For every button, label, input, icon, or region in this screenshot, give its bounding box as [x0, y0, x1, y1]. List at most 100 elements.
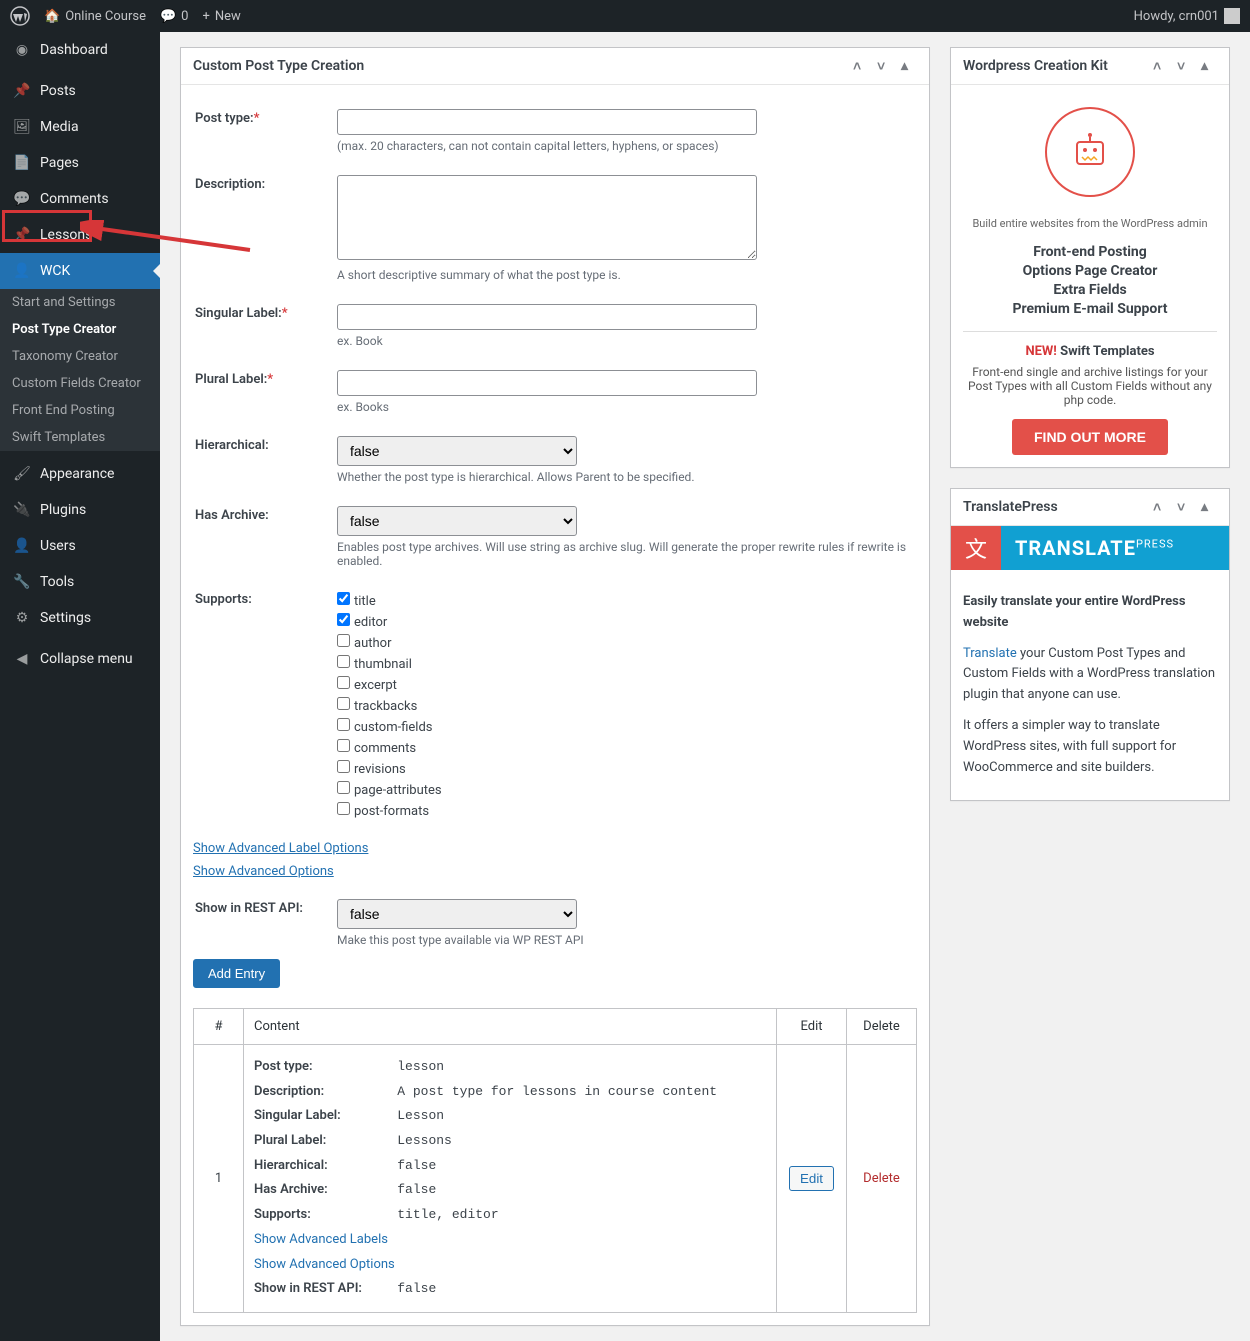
singular-label: Singular Label:	[195, 306, 282, 321]
supports-title[interactable]: title	[337, 590, 915, 611]
sidebar-collapse[interactable]: ◀Collapse menu	[0, 641, 160, 677]
admin-sidebar: ◉Dashboard 📌Posts 🖼Media 📄Pages 💬Comment…	[0, 32, 160, 1341]
supports-excerpt-checkbox[interactable]	[337, 676, 350, 689]
settings-icon: ⚙	[12, 608, 32, 628]
supports-editor[interactable]: editor	[337, 611, 915, 632]
singular-input[interactable]	[337, 304, 757, 330]
plural-input[interactable]	[337, 370, 757, 396]
supports-author-checkbox[interactable]	[337, 634, 350, 647]
box-header[interactable]: Custom Post Type Creation ˄ ˅ ▴	[181, 48, 929, 85]
chevron-down-icon[interactable]: ˅	[1177, 499, 1193, 515]
chevron-up-icon[interactable]: ˄	[853, 58, 869, 74]
supports-trackbacks[interactable]: trackbacks	[337, 695, 915, 716]
comments-link[interactable]: 💬0	[160, 9, 189, 24]
dashboard-icon: ◉	[12, 40, 32, 60]
hierarchical-select[interactable]: false	[337, 436, 577, 466]
sidebar-item-appearance[interactable]: 🖌Appearance	[0, 456, 160, 492]
supports-thumbnail-checkbox[interactable]	[337, 655, 350, 668]
find-out-more-button[interactable]: FIND OUT MORE	[1012, 419, 1168, 455]
sidebar-item-dashboard[interactable]: ◉Dashboard	[0, 32, 160, 68]
admin-toolbar: 🏠Online Course 💬0 +New Howdy, crn001	[0, 0, 1250, 32]
row-content: Post type: lessonDescription: A post typ…	[244, 1045, 777, 1313]
rest-hint: Make this post type available via WP RES…	[337, 933, 915, 947]
rest-select[interactable]: false	[337, 899, 577, 929]
caret-up-icon[interactable]: ▴	[1201, 58, 1217, 74]
submenu-custom-fields[interactable]: Custom Fields Creator	[0, 370, 160, 397]
new-link[interactable]: +New	[202, 9, 240, 24]
submenu-taxonomy[interactable]: Taxonomy Creator	[0, 343, 160, 370]
sidebar-item-media[interactable]: 🖼Media	[0, 109, 160, 145]
chevron-down-icon[interactable]: ˅	[877, 58, 893, 74]
supports-revisions[interactable]: revisions	[337, 758, 915, 779]
caret-up-icon[interactable]: ▴	[1201, 499, 1217, 515]
sidebar-item-plugins[interactable]: 🔌Plugins	[0, 492, 160, 528]
account-link[interactable]: Howdy, crn001	[1134, 8, 1240, 24]
show-adv-labels-link[interactable]: Show Advanced Label Options	[193, 841, 917, 856]
submenu-start[interactable]: Start and Settings	[0, 289, 160, 316]
show-adv-options-link[interactable]: Show Advanced Options	[193, 864, 917, 879]
supports-post-formats-checkbox[interactable]	[337, 802, 350, 815]
tp-banner[interactable]: 文 TRANSLATEPRESS	[951, 526, 1229, 570]
description-textarea[interactable]	[337, 175, 757, 260]
wck-feat-3: Premium E-mail Support	[963, 301, 1217, 317]
col-delete: Delete	[847, 1009, 917, 1045]
supports-comments-checkbox[interactable]	[337, 739, 350, 752]
col-num: #	[194, 1009, 244, 1045]
supports-title-checkbox[interactable]	[337, 592, 350, 605]
site-link[interactable]: 🏠Online Course	[44, 9, 146, 24]
sidebar-item-posts[interactable]: 📌Posts	[0, 73, 160, 109]
supports-author[interactable]: author	[337, 632, 915, 653]
supports-page-attributes-checkbox[interactable]	[337, 781, 350, 794]
supports-page-attributes[interactable]: page-attributes	[337, 779, 915, 800]
wck-title: Wordpress Creation Kit	[963, 58, 1108, 74]
post-type-hint: (max. 20 characters, can not contain cap…	[337, 139, 915, 153]
edit-button[interactable]: Edit	[789, 1166, 834, 1191]
cpt-creation-box: Custom Post Type Creation ˄ ˅ ▴ Post typ…	[180, 47, 930, 1326]
caret-up-icon[interactable]: ▴	[901, 58, 917, 74]
submenu-front-end[interactable]: Front End Posting	[0, 397, 160, 424]
tp-header[interactable]: TranslatePress ˄˅▴	[951, 489, 1229, 526]
post-type-input[interactable]	[337, 109, 757, 135]
add-entry-button[interactable]: Add Entry	[193, 959, 280, 988]
pin-icon: 📌	[12, 81, 32, 101]
wck-new: NEW!	[1025, 344, 1056, 359]
supports-label: Supports:	[195, 580, 335, 831]
supports-excerpt[interactable]: excerpt	[337, 674, 915, 695]
users-icon: 👤	[12, 536, 32, 556]
archive-label: Has Archive:	[195, 496, 335, 578]
supports-comments[interactable]: comments	[337, 737, 915, 758]
entry-link[interactable]: Show Advanced Options	[254, 1257, 395, 1272]
delete-button[interactable]: Delete	[863, 1171, 900, 1186]
chevron-up-icon[interactable]: ˄	[1153, 499, 1169, 515]
sidebar-item-comments[interactable]: 💬Comments	[0, 181, 160, 217]
submenu-swift[interactable]: Swift Templates	[0, 424, 160, 451]
sidebar-item-pages[interactable]: 📄Pages	[0, 145, 160, 181]
tp-p2: It offers a simpler way to translate Wor…	[963, 716, 1217, 778]
box-title: Custom Post Type Creation	[193, 58, 364, 74]
supports-revisions-checkbox[interactable]	[337, 760, 350, 773]
sidebar-item-users[interactable]: 👤Users	[0, 528, 160, 564]
entry-link[interactable]: Show Advanced Labels	[254, 1232, 388, 1247]
supports-trackbacks-checkbox[interactable]	[337, 697, 350, 710]
chevron-down-icon[interactable]: ˅	[1177, 58, 1193, 74]
page-icon: 📄	[12, 153, 32, 173]
archive-hint: Enables post type archives. Will use str…	[337, 540, 915, 568]
translate-link[interactable]: Translate	[963, 646, 1017, 661]
supports-editor-checkbox[interactable]	[337, 613, 350, 626]
supports-post-formats[interactable]: post-formats	[337, 800, 915, 821]
sidebar-item-tools[interactable]: 🔧Tools	[0, 564, 160, 600]
chevron-up-icon[interactable]: ˄	[1153, 58, 1169, 74]
archive-select[interactable]: false	[337, 506, 577, 536]
supports-thumbnail[interactable]: thumbnail	[337, 653, 915, 674]
comment-icon: 💬	[12, 189, 32, 209]
sidebar-item-lessons[interactable]: 📌Lessons	[0, 217, 160, 253]
supports-custom-fields[interactable]: custom-fields	[337, 716, 915, 737]
sidebar-item-settings[interactable]: ⚙Settings	[0, 600, 160, 636]
wck-header[interactable]: Wordpress Creation Kit ˄ ˅ ▴	[951, 48, 1229, 85]
wck-feat-0: Front-end Posting	[963, 244, 1217, 260]
submenu-post-type-creator[interactable]: Post Type Creator	[0, 316, 160, 343]
sidebar-item-wck[interactable]: 👤WCK	[0, 253, 160, 289]
supports-custom-fields-checkbox[interactable]	[337, 718, 350, 731]
wp-logo[interactable]	[10, 6, 30, 26]
comment-icon: 💬	[160, 9, 176, 24]
